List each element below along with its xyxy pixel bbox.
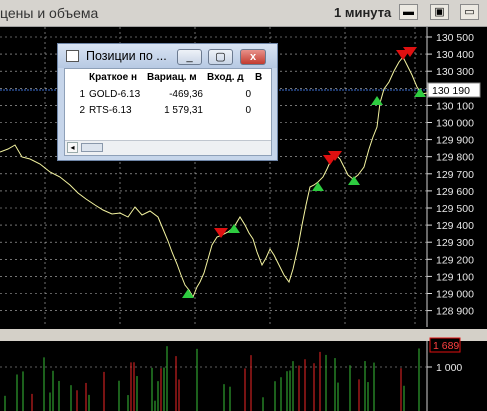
price-tick-label: 129 300 [436, 237, 474, 249]
panel-separator [0, 329, 487, 341]
row-incoming: 0 [245, 88, 251, 100]
buy-marker [414, 88, 426, 97]
positions-dialog[interactable]: Позиции по ... _ ▢ x Краткое н Вариац. м… [57, 43, 278, 161]
buy-marker [182, 289, 194, 298]
window-titlebar: цены и объема 1 минута ▬ ▣ ▭ [0, 0, 487, 27]
dialog-minimize-button[interactable]: _ [177, 49, 202, 65]
scroll-left-icon[interactable]: ◂ [67, 142, 78, 153]
price-tick-label: 129 000 [436, 289, 474, 301]
table-row[interactable]: 2 RTS-6.13 1 579,31 0 [65, 102, 267, 118]
restore-button[interactable]: ▭ [460, 4, 479, 20]
row-num: 1 [79, 88, 85, 100]
minimize-button[interactable]: ▬ [399, 4, 418, 20]
timeframe-label[interactable]: 1 минута [334, 5, 391, 20]
price-tick-label: 128 900 [436, 306, 474, 318]
col-header-extra[interactable]: В [253, 69, 267, 86]
row-variation: 1 579,31 [164, 104, 203, 116]
col-header-variation[interactable]: Вариац. м [145, 69, 205, 86]
maximize-button[interactable]: ▣ [430, 4, 449, 20]
row-incoming: 0 [245, 104, 251, 116]
price-tick-label: 129 900 [436, 135, 474, 147]
buy-marker [348, 176, 360, 185]
dialog-titlebar[interactable]: Позиции по ... _ ▢ x [58, 44, 277, 68]
price-tick-label: 129 100 [436, 271, 474, 283]
price-tick-label: 129 400 [436, 220, 474, 232]
price-tick-label: 129 500 [436, 203, 474, 215]
price-tick-label: 130 000 [436, 118, 474, 130]
dialog-title: Позиции по ... [86, 49, 167, 63]
row-variation: -469,36 [169, 88, 203, 100]
price-tick-label: 129 800 [436, 152, 474, 164]
table-row[interactable]: 1 GOLD-6.13 -469,36 0 [65, 86, 267, 102]
positions-table-panel: Краткое н Вариац. м Вход. д В 1 GOLD-6.1… [64, 68, 272, 156]
col-header-incoming[interactable]: Вход. д [205, 69, 253, 86]
price-tick-label: 129 200 [436, 254, 474, 266]
table-icon [66, 50, 79, 62]
horizontal-scrollbar[interactable]: ◂ [65, 140, 271, 155]
price-tick-label: 130 100 [436, 100, 474, 112]
price-tick-label: 130 400 [436, 49, 474, 61]
buy-marker [312, 182, 324, 191]
scroll-thumb[interactable] [81, 143, 103, 152]
current-price-label: 130 190 [432, 85, 470, 97]
price-tick-label: 129 600 [436, 186, 474, 198]
row-name: RTS-6.13 [89, 104, 132, 116]
window-title: цены и объема [0, 5, 99, 21]
volume-tick-label: 1 000 [436, 362, 462, 374]
price-tick-label: 130 300 [436, 66, 474, 78]
positions-table: Краткое н Вариац. м Вход. д В 1 GOLD-6.1… [65, 69, 267, 118]
col-header-num[interactable] [65, 69, 87, 86]
dialog-maximize-button[interactable]: ▢ [208, 49, 233, 65]
dialog-close-button[interactable]: x [240, 49, 266, 65]
col-header-name[interactable]: Краткое н [87, 69, 145, 86]
table-header: Краткое н Вариац. м Вход. д В [65, 69, 267, 86]
row-num: 2 [79, 104, 85, 116]
volume-max-label: 1 689 [433, 340, 459, 352]
buy-marker [228, 224, 240, 233]
price-tick-label: 129 700 [436, 169, 474, 181]
row-name: GOLD-6.13 [89, 88, 141, 100]
price-tick-label: 130 500 [436, 32, 474, 44]
